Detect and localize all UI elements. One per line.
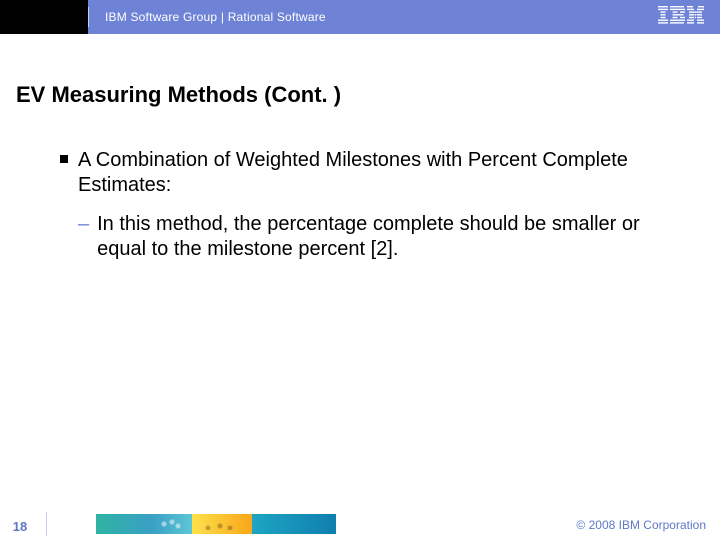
- footer-strip-seg-2: [152, 514, 192, 534]
- square-bullet-icon: [60, 155, 68, 163]
- header-org-text: IBM Software Group | Rational Software: [105, 10, 326, 24]
- bullet-1-text: A Combination of Weighted Milestones wit…: [78, 148, 660, 198]
- slide: IBM Software Group | Rational Software: [0, 0, 720, 540]
- ibm-logo-icon: [658, 6, 704, 24]
- slide-content: A Combination of Weighted Milestones wit…: [60, 148, 660, 262]
- header-bar: IBM Software Group | Rational Software: [0, 0, 720, 34]
- footer-image-strip: [96, 514, 336, 534]
- footer: 18 © 2008 IBM Corporation: [0, 504, 720, 540]
- page-number: 18: [13, 519, 27, 534]
- header-separator: [88, 7, 89, 27]
- dash-bullet-icon: –: [78, 212, 89, 237]
- ibm-logo: [658, 6, 704, 29]
- page-number-box: 18: [0, 512, 40, 540]
- copyright-text: © 2008 IBM Corporation: [576, 518, 706, 532]
- bullet-level-1: A Combination of Weighted Milestones wit…: [60, 148, 660, 198]
- footer-separator: [46, 512, 47, 536]
- slide-title: EV Measuring Methods (Cont. ): [16, 82, 341, 108]
- header-black-block: [0, 0, 88, 34]
- footer-strip-seg-3: [192, 514, 252, 534]
- header-left: IBM Software Group | Rational Software: [0, 0, 326, 34]
- bullet-level-2: – In this method, the percentage complet…: [78, 212, 660, 262]
- footer-strip-seg-4: [252, 514, 336, 534]
- footer-strip-seg-1: [96, 514, 152, 534]
- sub-bullet-1-text: In this method, the percentage complete …: [97, 212, 660, 262]
